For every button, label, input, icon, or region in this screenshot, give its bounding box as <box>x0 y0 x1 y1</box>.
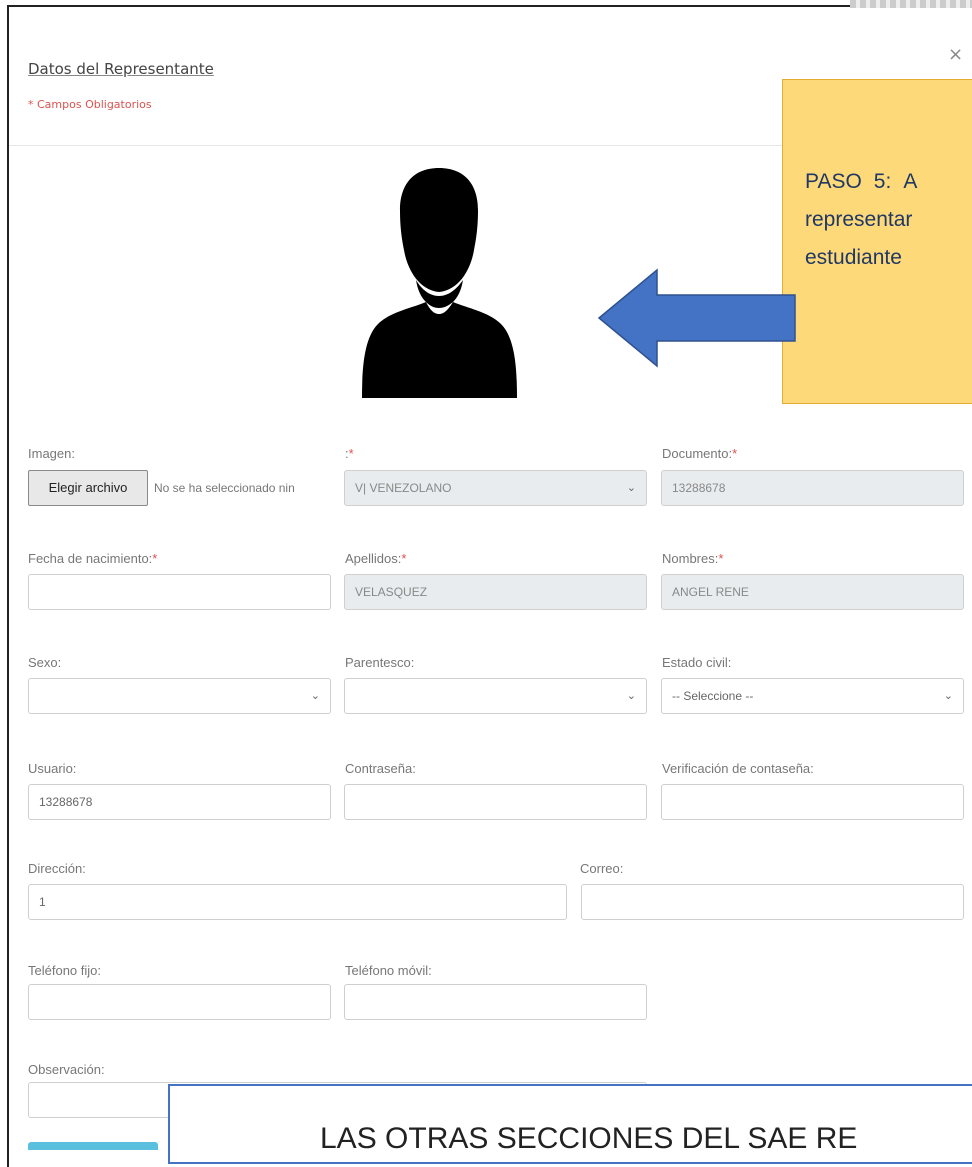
apellidos-input[interactable]: VELASQUEZ <box>344 574 647 610</box>
documento-input[interactable]: 13288678 <box>661 470 964 506</box>
left-arrow-icon <box>597 268 796 368</box>
close-icon[interactable]: × <box>948 44 963 65</box>
contrasena-input[interactable] <box>344 784 647 820</box>
modal-title: Datos del Representante <box>28 60 214 78</box>
direccion-label: Dirección: <box>28 861 86 876</box>
imagen-label: Imagen: <box>28 446 75 461</box>
documento-label: Documento:* <box>662 446 738 461</box>
estado-civil-select[interactable]: -- Seleccione -- ⌄ <box>661 678 964 714</box>
file-status-text: No se ha seleccionado nin <box>154 481 295 495</box>
telefono-fijo-label: Teléfono fijo: <box>28 963 101 978</box>
nacionalidad-label: :* <box>345 446 354 461</box>
sexo-label: Sexo: <box>28 655 62 670</box>
instruction-callout: PASO 5: A representar estudiante <box>782 79 972 404</box>
sexo-select[interactable]: ⌄ <box>28 678 331 714</box>
nacionalidad-select[interactable]: V| VENEZOLANO ⌄ <box>344 470 647 506</box>
parentesco-label: Parentesco: <box>345 655 415 670</box>
correo-input[interactable] <box>581 884 964 920</box>
correo-label: Correo: <box>580 861 624 876</box>
direccion-input[interactable]: 1 <box>28 884 567 920</box>
observacion-label: Observación: <box>28 1062 105 1077</box>
chevron-down-icon: ⌄ <box>626 482 636 494</box>
save-button[interactable] <box>28 1142 158 1150</box>
parentesco-select[interactable]: ⌄ <box>344 678 647 714</box>
callout-line-3: estudiante <box>805 246 902 269</box>
fecha-nacimiento-label: Fecha de nacimiento:* <box>28 551 158 566</box>
chevron-down-icon: ⌄ <box>626 690 636 702</box>
telefono-movil-input[interactable] <box>344 984 647 1020</box>
usuario-input[interactable]: 13288678 <box>28 784 331 820</box>
fecha-nacimiento-input[interactable] <box>28 574 331 610</box>
usuario-label: Usuario: <box>28 761 77 776</box>
verificacion-contrasena-input[interactable] <box>661 784 964 820</box>
apellidos-label: Apellidos:* <box>345 551 407 566</box>
nombres-input[interactable]: ANGEL RENE <box>661 574 964 610</box>
chevron-down-icon: ⌄ <box>310 690 320 702</box>
contrasena-label: Contraseña: <box>345 761 416 776</box>
callout-line-2: representar <box>805 208 913 231</box>
verificacion-contrasena-label: Verificación de contaseña: <box>662 761 814 776</box>
nombres-label: Nombres:* <box>662 551 724 566</box>
telefono-fijo-input[interactable] <box>28 984 331 1020</box>
chevron-down-icon: ⌄ <box>943 690 953 702</box>
user-silhouette-icon <box>362 168 517 398</box>
required-fields-note: * Campos Obligatorios <box>28 98 152 111</box>
bottom-banner: LAS OTRAS SECCIONES DEL SAE RE <box>168 1084 972 1164</box>
estado-civil-label: Estado civil: <box>662 655 732 670</box>
callout-line-1: PASO 5: A <box>805 170 918 193</box>
choose-file-button[interactable]: Elegir archivo <box>28 470 148 506</box>
telefono-movil-label: Teléfono móvil: <box>345 963 432 978</box>
background-page-fragment <box>850 0 972 8</box>
